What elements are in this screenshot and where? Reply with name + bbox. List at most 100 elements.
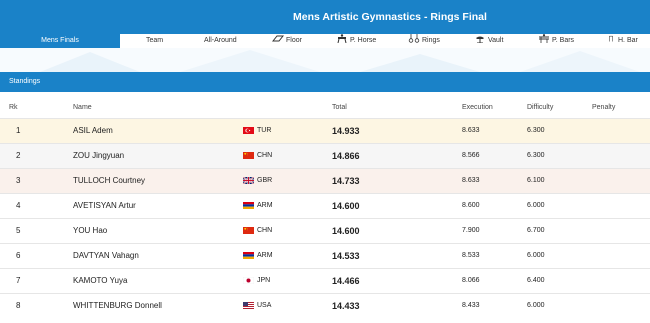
rank-cell: 8 xyxy=(16,301,21,310)
table-row[interactable]: 4 AVETISYAN Artur ARM 14.600 8.600 6.000 xyxy=(0,193,650,218)
header-banner: Mens Artistic Gymnastics - Rings Final xyxy=(0,0,650,34)
tab-high-bar[interactable]: H. Bar xyxy=(608,34,638,48)
tab-label: Rings xyxy=(422,37,440,44)
flag-jpn-icon xyxy=(243,277,254,284)
rank-cell: 3 xyxy=(16,176,21,185)
tab-all-around[interactable]: All-Around xyxy=(204,34,237,48)
athlete-name: TULLOCH Courtney xyxy=(73,176,146,185)
column-header-rank[interactable]: Rk xyxy=(9,98,18,118)
difficulty-score: 6.000 xyxy=(527,202,545,209)
tab-pommel-horse[interactable]: P. Horse xyxy=(336,34,376,48)
tab-label: P. Bars xyxy=(552,37,575,44)
tab-team[interactable]: Team xyxy=(146,34,163,48)
athlete-name: KAMOTO Yuya xyxy=(73,276,128,285)
column-header-total[interactable]: Total xyxy=(332,98,347,118)
difficulty-score: 6.100 xyxy=(527,177,545,184)
rank-cell: 5 xyxy=(16,226,21,235)
page-title: Mens Artistic Gymnastics - Rings Final xyxy=(293,11,487,23)
rings-icon xyxy=(408,34,420,43)
rank-cell: 7 xyxy=(16,276,21,285)
flag-usa-icon xyxy=(243,302,254,309)
column-header-execution[interactable]: Execution xyxy=(462,98,493,118)
country-code: TUR xyxy=(257,127,272,134)
total-score: 14.733 xyxy=(332,176,360,186)
parallel-bars-icon xyxy=(539,34,549,43)
flag-chn-icon xyxy=(243,227,254,234)
tab-floor[interactable]: Floor xyxy=(272,34,302,48)
tab-rings[interactable]: Rings xyxy=(408,34,440,48)
athlete-name: ZOU Jingyuan xyxy=(73,151,125,160)
vault-icon xyxy=(476,36,484,43)
floor-icon xyxy=(272,35,284,42)
athlete-name: YOU Hao xyxy=(73,226,108,235)
execution-score: 8.633 xyxy=(462,127,480,134)
tab-label: All-Around xyxy=(204,37,237,44)
standings-header: Standings xyxy=(0,72,650,92)
tab-label: Floor xyxy=(286,37,302,44)
difficulty-score: 6.300 xyxy=(527,152,545,159)
country-code: JPN xyxy=(257,277,271,284)
athlete-name: ASIL Adem xyxy=(73,126,113,135)
execution-score: 8.633 xyxy=(462,177,480,184)
table-row[interactable]: 7 KAMOTO Yuya JPN 14.466 8.066 6.400 xyxy=(0,268,650,293)
tab-label: Vault xyxy=(488,37,504,44)
difficulty-score: 6.000 xyxy=(527,302,545,309)
rank-cell: 4 xyxy=(16,201,21,210)
table-row[interactable]: 6 DAVTYAN Vahagn ARM 14.533 8.533 6.000 xyxy=(0,243,650,268)
athlete-name: WHITTENBURG Donnell xyxy=(73,301,162,310)
difficulty-score: 6.300 xyxy=(527,127,545,134)
tab-vault[interactable]: Vault xyxy=(474,34,503,48)
execution-score: 8.600 xyxy=(462,202,480,209)
table-row[interactable]: 5 YOU Hao CHN 14.600 7.900 6.700 xyxy=(0,218,650,243)
athlete-name: AVETISYAN Artur xyxy=(73,201,136,210)
execution-score: 7.900 xyxy=(462,227,480,234)
total-score: 14.600 xyxy=(332,226,360,236)
execution-score: 8.566 xyxy=(462,152,480,159)
country-code: CHN xyxy=(257,152,273,159)
total-score: 14.433 xyxy=(332,301,360,311)
table-row[interactable]: 8 WHITTENBURG Donnell USA 14.433 8.433 6.000 xyxy=(0,293,650,318)
rank-cell: 1 xyxy=(16,126,21,135)
column-header-difficulty[interactable]: Difficulty xyxy=(527,98,553,118)
difficulty-score: 6.000 xyxy=(527,252,545,259)
high-bar-icon xyxy=(609,35,613,42)
flag-chn-icon xyxy=(243,152,254,159)
flag-tur-icon xyxy=(243,127,254,134)
decorative-pattern xyxy=(0,48,650,72)
difficulty-score: 6.400 xyxy=(527,277,545,284)
execution-score: 8.433 xyxy=(462,302,480,309)
rank-cell: 2 xyxy=(16,151,21,160)
event-nav: Mens Finals Team All-Around Floor P. Hor… xyxy=(0,34,650,48)
total-score: 14.466 xyxy=(332,276,360,286)
standings-label: Standings xyxy=(9,78,41,85)
table-row[interactable]: 1 ASIL Adem TUR 14.933 8.633 6.300 xyxy=(0,118,650,143)
execution-score: 8.533 xyxy=(462,252,480,259)
table-row[interactable]: 3 TULLOCH Courtney GBR 14.733 8.633 6.100 xyxy=(0,168,650,193)
total-score: 14.933 xyxy=(332,126,360,136)
tab-label: P. Horse xyxy=(350,37,377,44)
table-header: Rk Name Total Execution Difficulty Penal… xyxy=(0,98,650,118)
tab-label: H. Bar xyxy=(618,37,638,44)
tab-label: Team xyxy=(146,37,164,44)
pommel-horse-icon xyxy=(337,34,347,43)
country-code: CHN xyxy=(257,227,273,234)
flag-gbr-icon xyxy=(243,177,254,184)
column-header-name[interactable]: Name xyxy=(73,98,92,118)
table-row[interactable]: 2 ZOU Jingyuan CHN 14.866 8.566 6.300 xyxy=(0,143,650,168)
flag-arm-icon xyxy=(243,252,254,259)
tab-mens-finals[interactable]: Mens Finals xyxy=(0,34,120,48)
difficulty-score: 6.700 xyxy=(527,227,545,234)
total-score: 14.866 xyxy=(332,151,360,161)
tab-parallel-bars[interactable]: P. Bars xyxy=(538,34,574,48)
total-score: 14.600 xyxy=(332,201,360,211)
decorative-chevrons xyxy=(40,50,640,72)
execution-score: 8.066 xyxy=(462,277,480,284)
country-code: ARM xyxy=(257,202,273,209)
country-code: GBR xyxy=(257,177,273,184)
country-code: ARM xyxy=(257,252,273,259)
tab-label: Mens Finals xyxy=(41,37,79,44)
flag-arm-icon xyxy=(243,202,254,209)
column-header-penalty[interactable]: Penalty xyxy=(592,98,615,118)
athlete-name: DAVTYAN Vahagn xyxy=(73,251,139,260)
rank-cell: 6 xyxy=(16,251,21,260)
